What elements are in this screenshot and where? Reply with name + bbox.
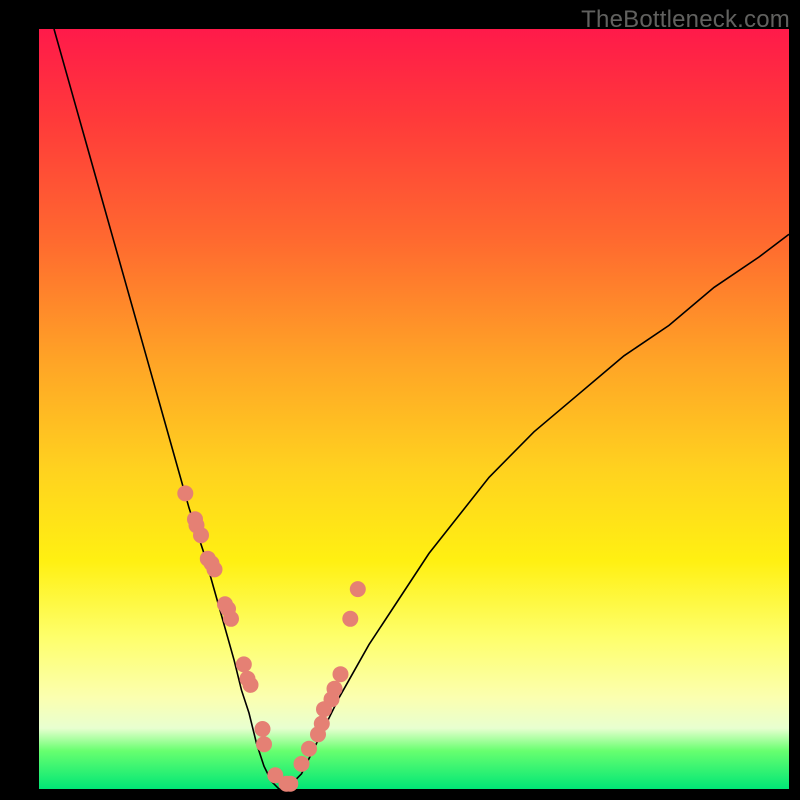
data-point	[282, 776, 298, 792]
data-point	[350, 581, 366, 597]
data-point	[333, 666, 349, 682]
data-point	[342, 611, 358, 627]
data-point	[314, 716, 330, 732]
scatter-dots	[177, 485, 365, 791]
data-point	[223, 611, 239, 627]
data-point	[236, 656, 252, 672]
data-point	[207, 561, 223, 577]
bottleneck-curve	[54, 29, 789, 789]
data-point	[177, 485, 193, 501]
data-point	[327, 681, 343, 697]
data-point	[294, 756, 310, 772]
data-point	[256, 736, 272, 752]
data-point	[301, 741, 317, 757]
data-point	[193, 527, 209, 543]
data-point	[255, 721, 271, 737]
watermark-text: TheBottleneck.com	[581, 6, 790, 34]
data-point	[243, 677, 259, 693]
chart-root: TheBottleneck.com	[0, 0, 800, 800]
chart-svg	[39, 29, 789, 789]
